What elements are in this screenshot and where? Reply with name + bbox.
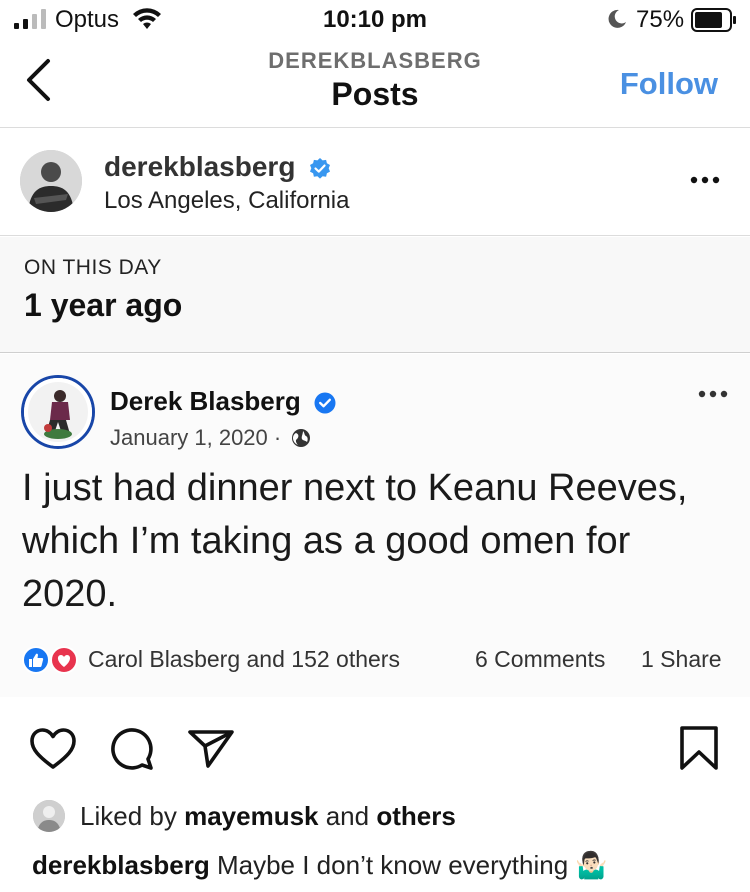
liked-by-text: Liked by mayemusk and others (80, 801, 456, 832)
fb-avatar (21, 375, 95, 449)
on-this-day-ago: 1 year ago (24, 287, 183, 323)
fb-post-date-text: January 1, 2020 · (110, 425, 282, 450)
liked-by-avatar-icon (33, 800, 65, 832)
liked-by-user[interactable]: mayemusk (184, 801, 318, 831)
liked-by-prefix: Liked by (80, 801, 185, 831)
more-options-icon[interactable] (690, 176, 720, 184)
comments-count: 6 Comments (475, 646, 606, 672)
fb-author-name: Derek Blasberg (110, 386, 336, 417)
battery-percent: 75% (636, 6, 685, 33)
liked-by-avatar[interactable] (33, 800, 65, 832)
liked-by-middle: and (318, 801, 377, 831)
on-this-day-label: ON THIS DAY (24, 256, 162, 279)
on-this-day-banner: ON THIS DAY 1 year ago (0, 237, 750, 353)
caption-text: Maybe I don’t know everything 🤷🏻‍♂️ (209, 850, 608, 880)
status-bar: Optus 10:10 pm 75% (0, 0, 750, 40)
follow-button[interactable]: Follow (620, 66, 718, 102)
liked-by-others[interactable]: others (376, 801, 455, 831)
caption: derekblasberg Maybe I don’t know everyth… (32, 850, 608, 881)
post-author-row: derekblasberg Los Angeles, California (0, 129, 750, 236)
verified-badge-icon (310, 157, 331, 179)
profile-location[interactable]: Los Angeles, California (104, 187, 349, 215)
do-not-disturb-icon (608, 9, 626, 28)
send-icon[interactable] (188, 729, 234, 769)
globe-icon (292, 429, 311, 447)
fb-more-options-icon (698, 390, 728, 398)
reactions-count: Carol Blasberg and 152 others (88, 646, 400, 672)
post-image-card[interactable]: Derek Blasberg January 1, 2020 · I just … (0, 354, 750, 697)
fb-post-date: January 1, 2020 · (110, 425, 311, 451)
avatar-photo-icon (20, 150, 82, 212)
reaction-icons (22, 646, 78, 674)
fb-author-text: Derek Blasberg (110, 386, 301, 416)
profile-username[interactable]: derekblasberg (104, 151, 331, 183)
heart-icon[interactable] (30, 728, 76, 770)
fb-verified-badge-icon (314, 392, 336, 414)
battery-icon (691, 8, 736, 32)
profile-username-text: derekblasberg (104, 151, 296, 182)
avatar[interactable] (20, 150, 82, 212)
fb-avatar-illustration-icon (24, 378, 92, 446)
caption-username[interactable]: derekblasberg (32, 850, 210, 880)
nav-header: DEREKBLASBERG Posts Follow (0, 40, 750, 128)
bookmark-icon[interactable] (680, 726, 718, 770)
shares-count: 1 Share (641, 646, 722, 672)
fb-post-text: I just had dinner next to Keanu Reeves, … (22, 467, 688, 615)
comment-icon[interactable] (110, 727, 154, 771)
